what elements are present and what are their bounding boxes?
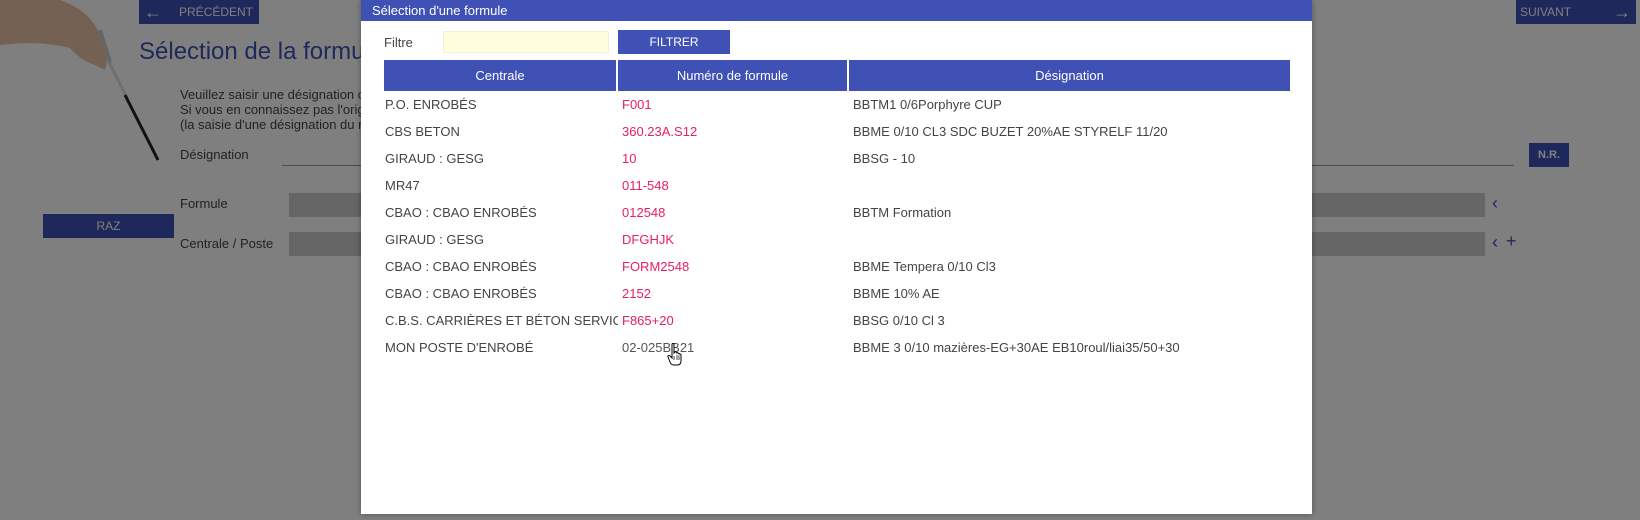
cell-numero[interactable]: 10 — [618, 151, 849, 166]
cell-designation: BBSG 0/10 Cl 3 — [853, 313, 945, 328]
formula-table: Centrale Numéro de formule Désignation P… — [384, 60, 1290, 361]
cell-designation: BBTM1 0/6Porphyre CUP — [853, 97, 1002, 112]
cell-centrale: CBAO : CBAO ENROBÉS — [385, 205, 537, 220]
cell-centrale: CBS BETON — [385, 124, 460, 139]
cell-centrale: P.O. ENROBÉS — [385, 97, 477, 112]
table-row[interactable]: CBS BETON 360.23A.S12 BBME 0/10 CL3 SDC … — [384, 118, 1290, 145]
cell-numero[interactable]: 02-025BB21 — [618, 340, 849, 355]
cell-centrale: GIRAUD : GESG — [385, 151, 484, 166]
hand-pointer-icon — [667, 343, 682, 366]
cell-designation: BBME 0/10 CL3 SDC BUZET 20%AE STYRELF 11… — [853, 124, 1168, 139]
cell-designation: BBME Tempera 0/10 Cl3 — [853, 259, 996, 274]
table-row[interactable]: CBAO : CBAO ENROBÉS 012548 BBTM Formatio… — [384, 199, 1290, 226]
cell-numero[interactable]: 2152 — [618, 286, 849, 301]
table-row[interactable]: P.O. ENROBÉS F001 BBTM1 0/6Porphyre CUP — [384, 91, 1290, 118]
column-header-designation[interactable]: Désignation — [849, 60, 1290, 91]
table-body: P.O. ENROBÉS F001 BBTM1 0/6Porphyre CUP … — [384, 91, 1290, 361]
cell-centrale: MR47 — [385, 178, 420, 193]
table-row[interactable]: CBAO : CBAO ENROBÉS FORM2548 BBME Temper… — [384, 253, 1290, 280]
cell-designation: BBSG - 10 — [853, 151, 916, 166]
dialog-title: Sélection d'une formule — [361, 0, 1312, 21]
cell-designation: BBME 3 0/10 mazières-EG+30AE EB10roul/li… — [853, 340, 1180, 355]
cell-designation: BBME 10% AE — [853, 286, 940, 301]
table-header: Centrale Numéro de formule Désignation — [384, 60, 1290, 91]
cell-numero[interactable]: F865+20 — [618, 313, 849, 328]
table-row-hovered[interactable]: MON POSTE D'ENROBÉ 02-025BB21 BBME 3 0/1… — [384, 334, 1290, 361]
table-row[interactable]: CBAO : CBAO ENROBÉS 2152 BBME 10% AE — [384, 280, 1290, 307]
cell-centrale: CBAO : CBAO ENROBÉS — [385, 259, 537, 274]
filter-label: Filtre — [384, 34, 413, 50]
cell-centrale: GIRAUD : GESG — [385, 232, 484, 247]
table-row[interactable]: GIRAUD : GESG DFGHJK — [384, 226, 1290, 253]
cell-numero[interactable]: 012548 — [618, 205, 849, 220]
filter-input[interactable] — [443, 31, 609, 53]
filter-row: Filtre FILTRER — [384, 30, 730, 54]
cell-designation: BBTM Formation — [853, 205, 952, 220]
cell-centrale: MON POSTE D'ENROBÉ — [385, 340, 534, 355]
cell-numero[interactable]: 360.23A.S12 — [618, 124, 849, 139]
cell-numero[interactable]: F001 — [618, 97, 849, 112]
column-header-numero[interactable]: Numéro de formule — [618, 60, 849, 91]
filter-button[interactable]: FILTRER — [618, 30, 730, 54]
formula-selection-dialog: Sélection d'une formule Filtre FILTRER C… — [361, 0, 1312, 514]
table-row[interactable]: C.B.S. CARRIÈRES ET BÉTON SERVICE F865+2… — [384, 307, 1290, 334]
cell-centrale: C.B.S. CARRIÈRES ET BÉTON SERVICE — [385, 313, 618, 328]
table-row[interactable]: MR47 011-548 — [384, 172, 1290, 199]
cell-centrale: CBAO : CBAO ENROBÉS — [385, 286, 537, 301]
cell-numero[interactable]: FORM2548 — [618, 259, 849, 274]
cell-numero[interactable]: DFGHJK — [618, 232, 849, 247]
cell-numero[interactable]: 011-548 — [618, 178, 849, 193]
table-row[interactable]: GIRAUD : GESG 10 BBSG - 10 — [384, 145, 1290, 172]
column-header-centrale[interactable]: Centrale — [384, 60, 618, 91]
